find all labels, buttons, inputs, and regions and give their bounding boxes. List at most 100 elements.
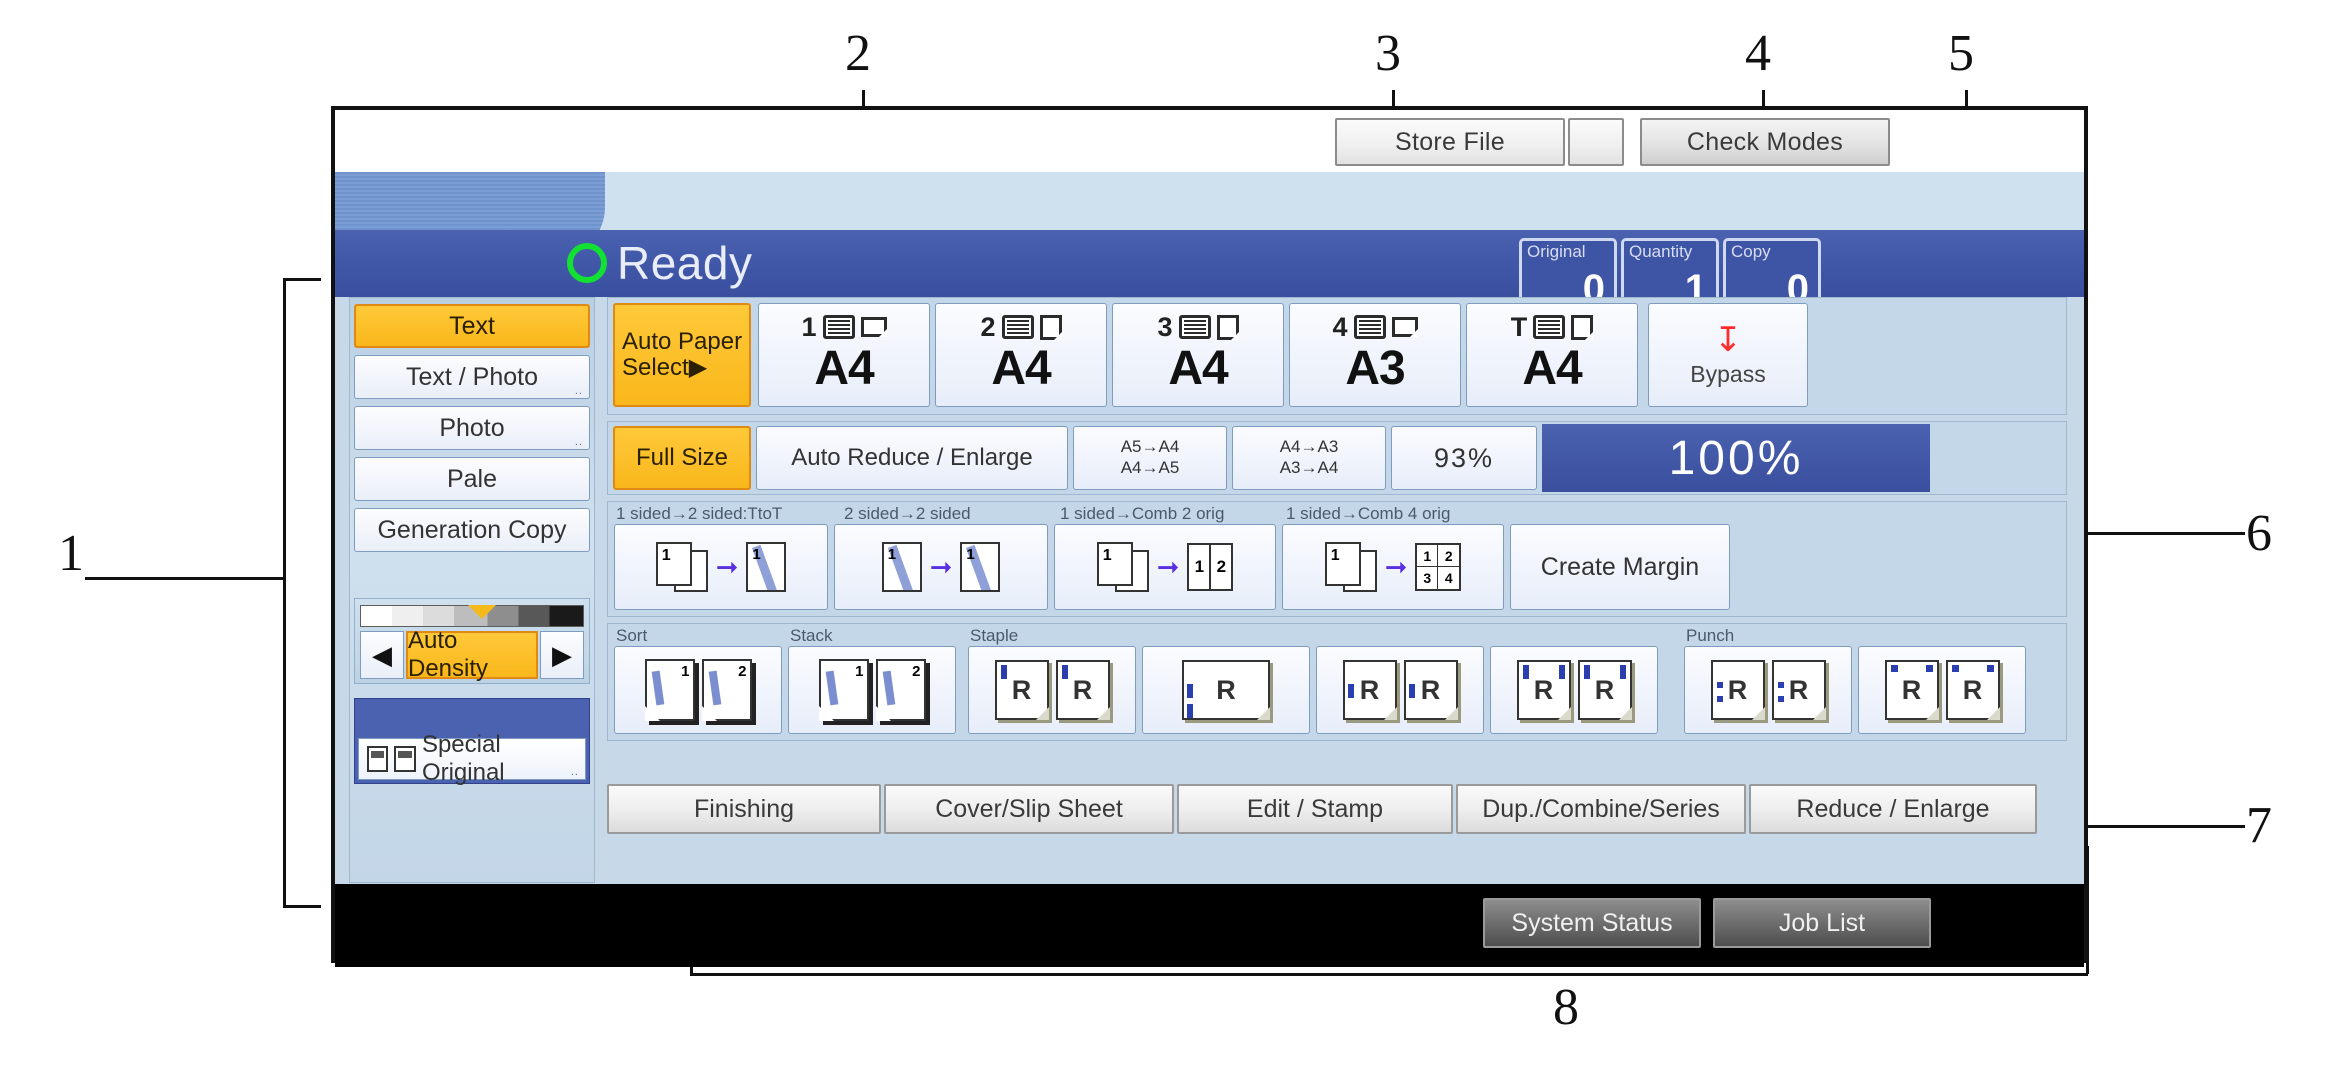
staple-sheet-icon: R <box>1055 660 1110 720</box>
tray-2-size: A4 <box>991 342 1051 395</box>
paper-tray-2-button[interactable]: 2 A4 <box>935 303 1107 407</box>
punch-sheet-icon: R <box>1945 660 2000 720</box>
staple-sheet-icon: R <box>994 660 1049 720</box>
tray-4-icons: 4 <box>1332 304 1418 344</box>
arrow-right-icon: ➞ <box>1384 551 1408 582</box>
staple-top-left-button[interactable]: R R <box>968 646 1136 734</box>
bypass-label: Bypass <box>1690 360 1766 387</box>
ratio-preset-a4a3-button[interactable]: A4→A3 A3→A4 <box>1232 426 1386 490</box>
callout-5: 5 <box>1948 25 1974 82</box>
paper-tray-1-button[interactable]: 1 A4 <box>758 303 930 407</box>
job-list-button[interactable]: Job List <box>1713 898 1931 948</box>
staple-mark-icon <box>1558 665 1565 679</box>
mode-pale-label: Pale <box>446 464 498 493</box>
callout-1-bracket-bottom <box>283 905 321 908</box>
callout-1-bracket <box>283 278 286 908</box>
auto-paper-line1: Auto Paper <box>622 328 743 356</box>
tab-reduce-enlarge[interactable]: Reduce / Enlarge <box>1749 784 2037 834</box>
ratio-preset-a5a4-text: A5→A4 A4→A5 <box>1121 437 1180 478</box>
tab-edit-stamp[interactable]: Edit / Stamp <box>1177 784 1453 834</box>
density-scale[interactable] <box>360 605 584 627</box>
full-size-button[interactable]: Full Size <box>613 426 751 490</box>
callout-3: 3 <box>1375 25 1401 82</box>
stack-button[interactable]: 1 2 <box>788 646 956 734</box>
punch-holes-icon <box>1951 665 1959 672</box>
combine-4-originals-button[interactable]: 2 1 ➞ 1 2 3 4 <box>1282 524 1504 610</box>
bottom-status-bar: System Status Job List 7 JUN 2007 15:30 <box>335 884 2084 967</box>
special-original-label: Special Original <box>421 731 505 786</box>
staple-mark-icon <box>1061 665 1068 679</box>
sheet-landscape-icon <box>1391 317 1418 337</box>
auto-paper-select-button[interactable]: Auto Paper Select▶ <box>613 303 751 407</box>
tray-2-number: 2 <box>980 311 996 342</box>
staple-left-double-button[interactable]: R R <box>1316 646 1484 734</box>
punch-holes-icon <box>1777 682 1784 688</box>
page-front-icon: 1 <box>1096 542 1133 586</box>
auto-reduce-enlarge-button[interactable]: Auto Reduce / Enlarge <box>756 426 1068 490</box>
punch-holes-icon <box>1716 682 1723 688</box>
two-originals-icon: 2 1 <box>1096 542 1149 592</box>
mode-text-photo-button[interactable]: Text / Photo.. <box>354 355 590 399</box>
ready-label: Ready <box>617 237 753 289</box>
paper-tray-3-button[interactable]: 3 A4 <box>1112 303 1284 407</box>
paper-tray-4-button[interactable]: 4 A3 <box>1289 303 1461 407</box>
mode-text-button[interactable]: Text <box>354 304 590 348</box>
screen-header: Ready Original 0 Quantity 1 Copy 0 <box>335 172 2084 310</box>
auto-density-button[interactable]: Auto Density <box>406 627 538 682</box>
mode-text-photo-label: Text / Photo <box>405 362 539 391</box>
staple-top-double-button[interactable]: R R <box>1490 646 1658 734</box>
sort-button[interactable]: 1 2 <box>614 646 782 734</box>
density-decrease-button[interactable]: ◀ <box>360 631 404 679</box>
more-dots-icon: .. <box>570 766 579 778</box>
create-margin-button[interactable]: Create Margin <box>1510 524 1730 610</box>
paper-tray-icon <box>1533 315 1566 339</box>
tab-finishing[interactable]: Finishing <box>607 784 881 834</box>
duplex-label-2: 2 sided→2 sided <box>844 504 971 523</box>
density-increase-button[interactable]: ▶ <box>540 631 584 679</box>
two-originals-icon: 2 1 <box>655 542 708 592</box>
tab-dup-combine-series[interactable]: Dup./Combine/Series <box>1456 784 1746 834</box>
system-status-button[interactable]: System Status <box>1483 898 1701 948</box>
punch-left-button[interactable]: R R <box>1684 646 1852 734</box>
check-modes-button[interactable]: Check Modes <box>1640 118 1890 166</box>
ratio-a5a4-top: A5→A4 <box>1120 437 1180 457</box>
tray-4-number: 4 <box>1332 311 1348 342</box>
duplex-2to2-button[interactable]: 1 2 ➞ 1 2 <box>834 524 1048 610</box>
store-file-button[interactable]: Store File <box>1335 118 1565 166</box>
store-file-spacer-button[interactable] <box>1568 118 1624 166</box>
punch-top-button[interactable]: R R <box>1858 646 2026 734</box>
tray-T-icons: T <box>1511 304 1594 344</box>
combine-4up-icon: 1 2 3 4 <box>1415 543 1462 591</box>
tray-T-size: A4 <box>1522 342 1582 395</box>
more-dots-icon: .. <box>574 385 583 397</box>
combine-2-originals-button[interactable]: 2 1 ➞ 1 2 <box>1054 524 1276 610</box>
paper-tray-T-button[interactable]: T A4 <box>1466 303 1638 407</box>
main-settings-area: Auto Paper Select▶ 1 A4 2 A4 3 A4 4 A3 T… <box>607 297 2067 741</box>
special-original-button[interactable]: Special Original .. <box>358 731 586 786</box>
document-icon <box>367 746 389 772</box>
staple-sheet-icon: R <box>1182 660 1270 720</box>
duplex-1to2-ttot-button[interactable]: 2 1 ➞ 1 2 <box>614 524 828 610</box>
duplex-combine-row: 1 sided→2 sided:TtoT 2 sided→2 sided 1 s… <box>607 501 2067 617</box>
tray-3-size: A4 <box>1168 342 1228 395</box>
staple-left-vertical-button[interactable]: R <box>1142 646 1310 734</box>
copier-control-panel: Store File Check Modes Ready Original 0 … <box>331 106 2088 967</box>
tab-cover-slip-sheet[interactable]: Cover/Slip Sheet <box>884 784 1174 834</box>
mode-generation-copy-button[interactable]: Generation Copy <box>354 508 590 552</box>
mode-pale-button[interactable]: Pale <box>354 457 590 501</box>
ratio-a4a3-top: A4→A3 <box>1279 437 1339 457</box>
stack-sheet-icon: 1 <box>818 659 869 721</box>
bypass-tray-button[interactable]: ↧ Bypass <box>1648 303 1808 407</box>
callout-1-bracket-top <box>283 278 321 281</box>
lcd-screen: Ready Original 0 Quantity 1 Copy 0 Text … <box>335 172 2084 967</box>
ratio-preset-a5a4-button[interactable]: A5→A4 A4→A5 <box>1073 426 1227 490</box>
tray-3-number: 3 <box>1157 311 1173 342</box>
paper-select-row: Auto Paper Select▶ 1 A4 2 A4 3 A4 4 A3 T… <box>607 297 2067 415</box>
current-zoom-ratio-display: 100% <box>1542 424 1930 492</box>
punch-sheet-icon: R <box>1710 660 1765 720</box>
arrow-right-icon: ➞ <box>1156 551 1180 582</box>
mode-photo-button[interactable]: Photo.. <box>354 406 590 450</box>
sheet-portrait-icon <box>1571 314 1594 340</box>
ratio-preset-93-button[interactable]: 93% <box>1391 426 1537 490</box>
screenshot-root: 1 2 3 4 5 6 7 8 Store File Check Modes R… <box>0 0 2344 1088</box>
